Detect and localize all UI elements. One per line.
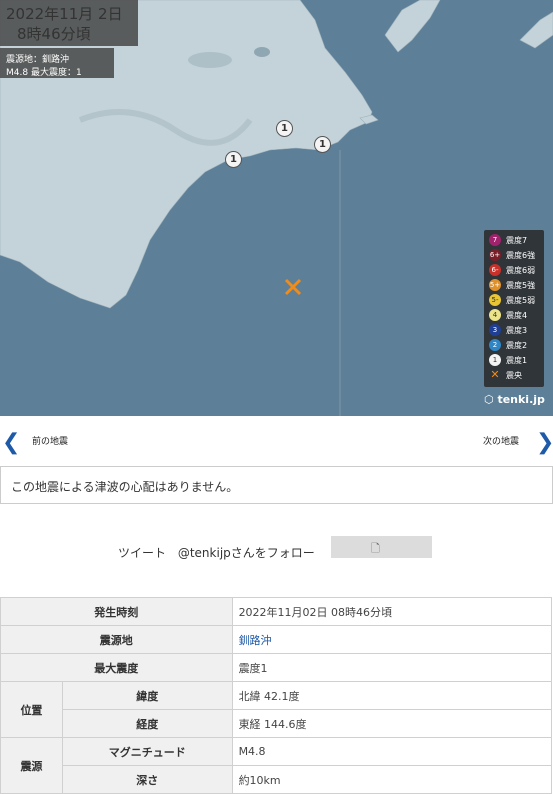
prev-quake-link[interactable]: ❮ 前の地震 [0, 428, 120, 455]
legend-dot: 1 [489, 354, 501, 366]
lake-small [254, 47, 270, 57]
epicenter-cell: 釧路沖 [231, 625, 553, 654]
quake-details-table: 発生時刻 2022年11月02日 08時46分頃 震源地 釧路沖 最大震度 震度… [0, 597, 553, 794]
table-row: 最大震度 震度1 [0, 653, 553, 682]
share-image-placeholder[interactable]: 🗋 [331, 536, 432, 558]
brand-text: tenki.jp [497, 393, 545, 406]
tsunami-notice: この地震による津波の心配はありません。 [0, 466, 553, 504]
social-bar: ツイート @tenkijpさんをフォロー [118, 544, 315, 561]
magnitude-text: M4.8 最大震度：1 [6, 68, 82, 78]
next-quake-link[interactable]: 次の地震 ❯ [440, 428, 553, 455]
legend-label: 震度1 [506, 356, 528, 365]
station-marker: 1 [314, 136, 331, 153]
legend-dot: 5- [489, 294, 501, 306]
station-marker: 1 [225, 151, 242, 168]
datetime-box: 2022年11月 2日 8時46分頃 [0, 0, 138, 46]
legend-dot: 7 [489, 234, 501, 246]
chevron-right-icon: ❯ [536, 430, 553, 455]
time-text: 8時46分頃 [17, 25, 91, 43]
station-marker: 1 [276, 120, 293, 137]
legend-label: 震度5強 [506, 281, 536, 290]
legend-dot: 3 [489, 324, 501, 336]
table-row: 経度 東経 144.6度 [1, 709, 553, 738]
legend-dot: 6- [489, 264, 501, 276]
longitude-value: 東経 144.6度 [231, 709, 553, 738]
legend-label: 震度2 [506, 341, 528, 350]
legend-label: 震度7 [506, 236, 528, 245]
chevron-left-icon: ❮ [2, 430, 21, 455]
epicenter-label: 震源地 [0, 625, 233, 654]
legend-label: 震度6弱 [506, 266, 536, 275]
legend-label: 震度6強 [506, 251, 536, 260]
legend-label: 震度4 [506, 311, 528, 320]
legend-label: 震度3 [506, 326, 528, 335]
magnitude-value: M4.8 [231, 737, 553, 766]
legend-dot: ✕ [490, 368, 500, 381]
intensity-legend: 7 震度7 6+ 震度6強 6- 震度6弱 5+ 震度5強 5- 震度5弱 4 震度4 3震… [484, 230, 544, 387]
magnitude-label: マグニチュード [61, 737, 233, 766]
prev-label: 前の地震 [32, 437, 69, 447]
file-icon: 🗋 [371, 542, 380, 555]
table-row: 深さ 約10km [1, 765, 553, 794]
epicenter-text: 震源地：釧路沖 [6, 55, 70, 65]
legend-dot: 4 [489, 309, 501, 321]
table-row: 位置 緯度 北緯 42.1度 [0, 681, 553, 738]
lake [188, 52, 232, 68]
latitude-value: 北緯 42.1度 [231, 681, 553, 710]
time-value: 2022年11月02日 08時46分頃 [231, 597, 553, 626]
time-label: 発生時刻 [0, 597, 233, 626]
depth-value: 約10km [231, 765, 553, 794]
position-label: 位置 [0, 681, 63, 738]
tweet-button[interactable]: ツイート [118, 546, 166, 560]
tenki-logo: ⬡ tenki.jp [484, 393, 545, 406]
date-text: 2022年11月 2日 [6, 5, 123, 23]
follow-button[interactable]: @tenkijpさんをフォロー [178, 546, 315, 560]
latitude-label: 緯度 [61, 681, 233, 710]
source-label: 震源 [0, 737, 63, 794]
max-intensity-label: 最大震度 [0, 653, 233, 682]
legend-label: 震度5弱 [506, 296, 536, 305]
depth-label: 深さ [61, 765, 233, 794]
table-row: 震源地 釧路沖 [0, 625, 553, 654]
table-row: 発生時刻 2022年11月02日 08時46分頃 [0, 597, 553, 626]
tsunami-text: この地震による津波の心配はありません。 [11, 480, 239, 494]
longitude-label: 経度 [61, 709, 233, 738]
epicenter-link[interactable]: 釧路沖 [239, 634, 272, 647]
next-label: 次の地震 [483, 437, 520, 447]
legend-dot: 5+ [489, 279, 501, 291]
table-row: 震源 マグニチュード M4.8 [0, 737, 553, 794]
legend-label: 震央 [506, 371, 522, 380]
summary-box: 震源地：釧路沖 M4.8 最大震度：1 [0, 48, 114, 78]
legend-dot: 2 [489, 339, 501, 351]
legend-dot: 6+ [489, 249, 501, 261]
earthquake-map: 2022年11月 2日 8時46分頃 震源地：釧路沖 M4.8 最大震度：1 1… [0, 0, 553, 416]
max-intensity-value: 震度1 [231, 653, 553, 682]
